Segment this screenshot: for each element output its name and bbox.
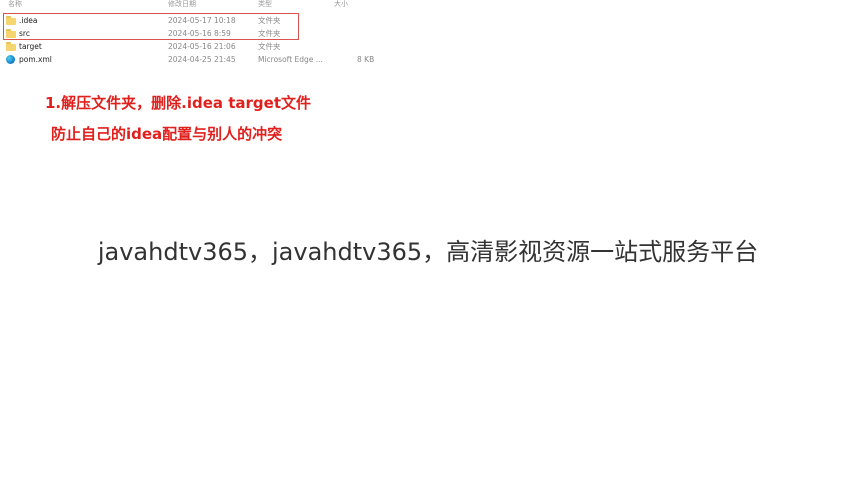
file-explorer: 名称 修改日期 类型 大小 .idea 2024-05-17 10:18 文件夹… — [0, 0, 400, 72]
file-type: Microsoft Edge ... — [258, 55, 323, 64]
highlight-box — [3, 13, 299, 40]
file-date: 2024-05-16 21:06 — [168, 42, 236, 51]
file-name: pom.xml — [19, 55, 52, 64]
edge-icon — [6, 55, 15, 64]
column-header-date-modified[interactable]: 修改日期 — [168, 0, 196, 9]
folder-icon — [6, 42, 16, 51]
annotation-line-2: 防止自己的idea配置与别人的冲突 — [51, 125, 283, 143]
file-type: 文件夹 — [258, 42, 281, 51]
column-header-name[interactable]: 名称 — [8, 0, 22, 9]
column-header-size[interactable]: 大小 — [334, 0, 348, 9]
file-row-target[interactable]: target 2024-05-16 21:06 文件夹 — [0, 40, 390, 53]
file-date: 2024-04-25 21:45 — [168, 55, 236, 64]
column-header-type[interactable]: 类型 — [258, 0, 272, 9]
annotation-line-1: 1.解压文件夹，删除.idea target文件 — [45, 94, 312, 112]
watermark-text: javahdtv365，javahdtv365，高清影视资源一站式服务平台 — [97, 238, 759, 266]
file-size: 8 KB — [357, 55, 375, 64]
file-name: target — [19, 42, 42, 51]
file-row-pom-xml[interactable]: pom.xml 2024-04-25 21:45 Microsoft Edge … — [0, 53, 390, 66]
